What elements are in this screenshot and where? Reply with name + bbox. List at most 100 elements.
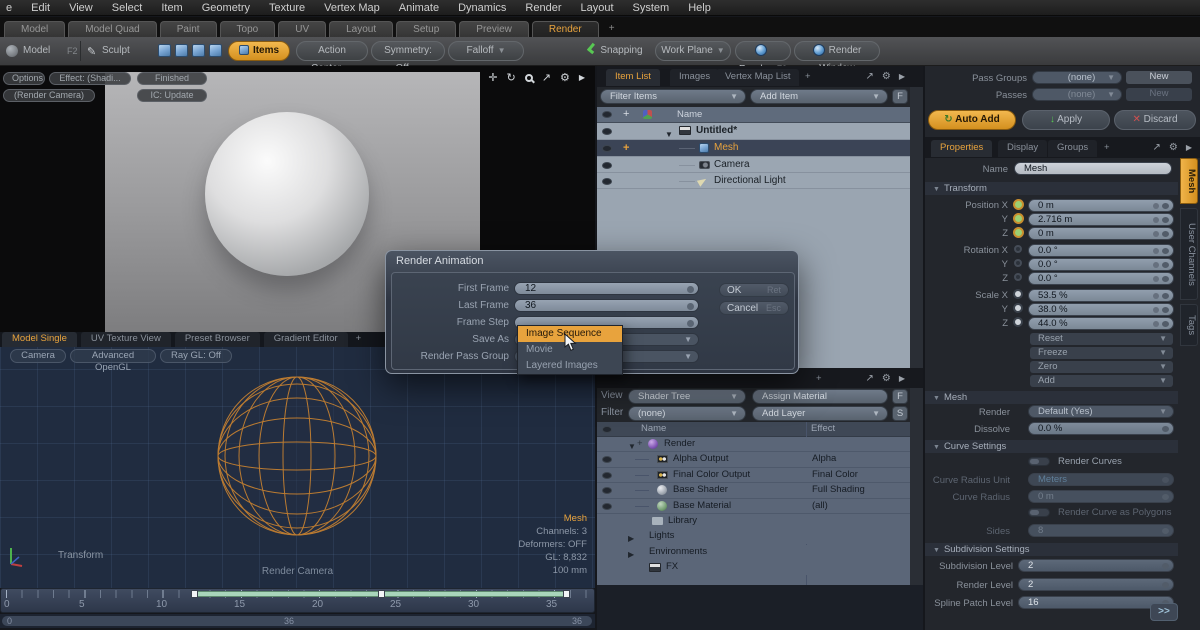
selected-plus-icon[interactable]: + [623, 140, 629, 156]
rotation-y-channel-toggle[interactable] [1014, 259, 1022, 267]
tab-item-list[interactable]: Item List [606, 69, 660, 86]
rotation-x-channel-toggle[interactable] [1014, 245, 1022, 253]
panel-menu-arrow-icon[interactable]: ▶ [899, 72, 905, 81]
new-pass-group-button[interactable]: New [1126, 71, 1192, 84]
eye-icon[interactable] [602, 503, 612, 510]
menu-item-system[interactable]: System [633, 2, 670, 14]
shader-row-lights[interactable]: ▶ Lights [597, 529, 910, 544]
shader-row-environments[interactable]: ▶ Environments [597, 545, 910, 560]
ok-button[interactable]: OKRet [719, 283, 789, 297]
shader-row-name[interactable]: Lights [649, 529, 674, 543]
assign-material-button[interactable]: Assign Material [752, 389, 888, 404]
menu-item-vertex-map[interactable]: Vertex Map [324, 2, 380, 14]
shader-row-library[interactable]: Library [597, 514, 910, 529]
work-plane-button[interactable]: Work Plane▼ [655, 41, 731, 61]
expand-icon[interactable]: ↗ [542, 71, 551, 84]
envelope-icon[interactable] [1162, 426, 1169, 432]
preview-camera-button[interactable]: (Render Camera) [3, 89, 95, 102]
shader-row-render[interactable]: ▼ + Render [597, 437, 910, 452]
render-window-button[interactable]: Render Window [794, 41, 880, 61]
rotate-icon[interactable]: ↻ [507, 71, 516, 84]
cancel-button[interactable]: CancelEsc [719, 301, 789, 315]
tab-images[interactable]: Images [670, 69, 719, 86]
envelope-icon[interactable] [1162, 582, 1169, 588]
rotation-x-field[interactable]: 0.0 ° [1028, 244, 1174, 257]
menu-option-layered-images[interactable]: Layered Images [518, 358, 622, 374]
add-viewport-tab-button[interactable]: + [352, 332, 366, 347]
zoom-icon[interactable] [525, 74, 533, 82]
shader-row-effect[interactable]: Full Shading [812, 483, 865, 497]
layout-tab-setup[interactable]: Setup [396, 21, 456, 37]
render-curve-polygons-toggle[interactable] [1028, 508, 1050, 517]
shader-row-name[interactable]: Alpha Output [673, 452, 728, 466]
range-scroll-thumb[interactable] [2, 616, 592, 626]
more-properties-button[interactable]: >> [1150, 603, 1178, 621]
envelope-icon[interactable] [1162, 293, 1169, 299]
side-tab-tags[interactable]: Tags [1180, 304, 1198, 346]
eye-icon[interactable] [602, 128, 612, 135]
envelope-icon[interactable] [1162, 307, 1169, 313]
render-button[interactable]: RenderF9 [735, 41, 791, 61]
scale-z-field[interactable]: 44.0 % [1028, 317, 1174, 330]
add-properties-tab-button[interactable]: + [1095, 140, 1119, 157]
reset-button[interactable]: Reset▼ [1030, 333, 1173, 345]
last-frame-input[interactable]: 36 [514, 299, 699, 312]
shader-row-alpha-output[interactable]: Alpha Output Alpha [597, 452, 910, 468]
shader-row-name[interactable]: Base Shader [673, 483, 728, 497]
eye-icon[interactable] [602, 456, 612, 463]
envelope-icon[interactable] [1162, 321, 1169, 327]
toolbar-sculpt-label[interactable]: Sculpt [102, 45, 130, 56]
menu-item-render[interactable]: Render [525, 2, 561, 14]
side-tab-user-channels[interactable]: User Channels [1180, 208, 1198, 300]
shader-filter-dropdown[interactable]: (none)▼ [628, 406, 746, 421]
name-column-header[interactable]: Name [677, 109, 702, 120]
dialog-title[interactable]: Render Animation [396, 255, 483, 267]
add-transform-button[interactable]: Add▼ [1030, 375, 1173, 387]
layout-tab-preview[interactable]: Preview [459, 21, 529, 37]
keyframe-dot-icon[interactable] [1153, 262, 1159, 268]
expand-icon[interactable]: ↗ [865, 71, 873, 82]
keyframe-dot-icon[interactable] [1153, 276, 1159, 282]
freeze-button[interactable]: Freeze▼ [1030, 347, 1173, 359]
tab-preset-browser[interactable]: Preset Browser [175, 332, 260, 347]
add-shader-tab-button[interactable]: + [807, 371, 831, 388]
layout-tab-paint[interactable]: Paint [160, 21, 217, 37]
menu-item-file-partial[interactable]: e [6, 2, 12, 14]
discard-button[interactable]: ✕ Discard [1114, 110, 1196, 130]
pan-icon[interactable]: ✛ [488, 71, 497, 84]
shader-row-base-shader[interactable]: Base Shader Full Shading [597, 483, 910, 499]
view-dropdown[interactable]: Shader Tree▼ [628, 389, 746, 404]
items-mode-button[interactable]: Items [228, 41, 290, 61]
scene-name[interactable]: Untitled* [696, 123, 737, 139]
mesh-section-header[interactable]: ▼Mesh [925, 391, 1178, 404]
symmetry-button[interactable]: Symmetry: Off▼ [371, 41, 445, 61]
shader-s-button[interactable]: S [892, 406, 908, 421]
viewport-opengl-button[interactable]: Advanced OpenGL [70, 349, 156, 363]
envelope-icon[interactable] [1162, 248, 1169, 254]
eye-icon[interactable] [602, 472, 612, 479]
scale-x-field[interactable]: 53.5 % [1028, 289, 1174, 302]
viewport-raygl-button[interactable]: Ray GL: Off [160, 349, 232, 363]
menu-item-geometry[interactable]: Geometry [202, 2, 250, 14]
item-row-directional-light[interactable]: Directional Light [597, 173, 910, 189]
eye-icon[interactable] [602, 162, 612, 169]
action-center-button[interactable]: Action Center▼ [296, 41, 368, 61]
keyframe-dot-icon[interactable] [1153, 321, 1159, 327]
transform-tool-label[interactable]: Transform [58, 550, 103, 561]
shader-row-effect[interactable]: Final Color [812, 468, 858, 482]
layout-tab-topo[interactable]: Topo [220, 21, 276, 37]
new-pass-button[interactable]: New [1126, 88, 1192, 101]
menu-item-item[interactable]: Item [161, 2, 182, 14]
layout-tab-model-quad[interactable]: Model Quad [68, 21, 156, 37]
scale-y-field[interactable]: 38.0 % [1028, 303, 1174, 316]
tab-vertex-map-list[interactable]: Vertex Map List [716, 69, 799, 86]
tab-groups[interactable]: Groups [1048, 140, 1097, 157]
layout-tab-model[interactable]: Model [4, 21, 65, 37]
shader-row-base-material[interactable]: Base Material (all) [597, 499, 910, 514]
rotation-z-field[interactable]: 0.0 ° [1028, 272, 1174, 285]
layout-tab-uv[interactable]: UV [278, 21, 326, 37]
preview-effect-button[interactable]: Effect: (Shadi... [49, 72, 131, 85]
sides-field[interactable]: 8 [1028, 524, 1174, 537]
menu-item-help[interactable]: Help [688, 2, 711, 14]
panel-menu-arrow-icon[interactable]: ▶ [899, 374, 905, 383]
